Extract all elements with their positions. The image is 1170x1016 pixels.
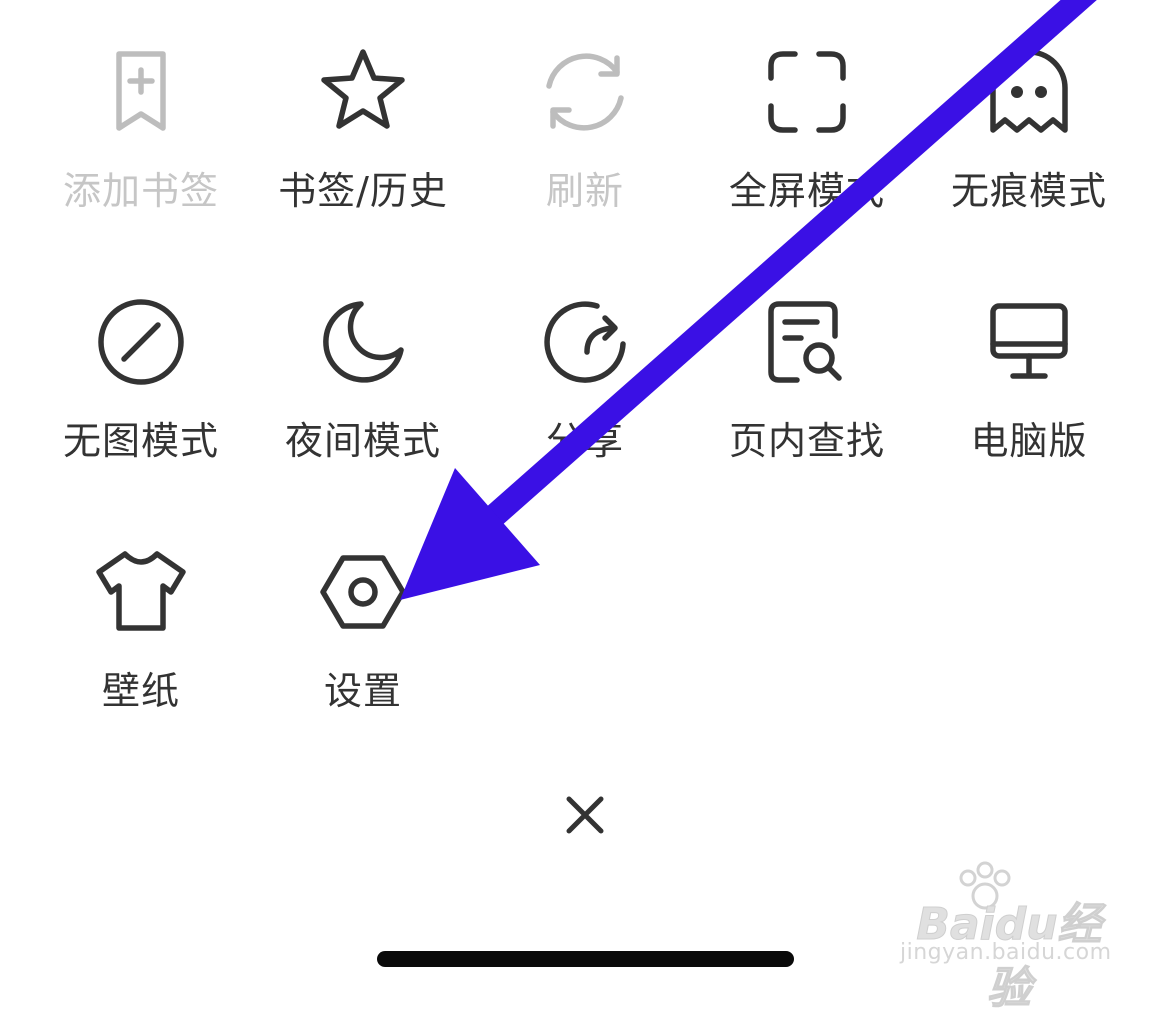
share-icon — [544, 301, 626, 383]
menu-item-label: 设置 — [323, 669, 402, 713]
home-indicator[interactable] — [377, 951, 794, 967]
menu-item-label: 添加书签 — [62, 169, 219, 213]
desktop-icon — [990, 303, 1068, 379]
star-icon — [321, 49, 405, 129]
refresh-icon — [546, 53, 624, 131]
ghost-icon — [990, 49, 1068, 133]
menu-item-incognito[interactable]: 无痕模式 — [918, 10, 1140, 230]
menu-panel: 添加书签 书签/历史 刷新 全屏模式 无痕模式 无图模式 夜间模式 分享 页内查… — [0, 0, 1170, 740]
menu-item-add-bookmark[interactable]: 添加书签 — [30, 10, 252, 230]
menu-item-label: 书签/历史 — [278, 169, 448, 213]
menu-item-label: 壁纸 — [101, 669, 180, 713]
watermark-url: jingyan.baidu.com — [900, 940, 1112, 965]
bookmark-add-icon — [116, 51, 166, 131]
menu-item-label: 电脑版 — [970, 419, 1088, 463]
find-in-page-icon — [768, 301, 842, 383]
menu-item-bookmarks-history[interactable]: 书签/历史 — [252, 10, 474, 230]
tshirt-icon — [96, 551, 186, 631]
baidu-watermark: Baidu经验 jingyan.baidu.com — [890, 860, 1120, 1015]
menu-item-settings[interactable]: 设置 — [252, 510, 474, 730]
moon-icon — [323, 301, 404, 383]
menu-item-night-mode[interactable]: 夜间模式 — [252, 260, 474, 480]
menu-item-no-image[interactable]: 无图模式 — [30, 260, 252, 480]
menu-item-label: 刷新 — [545, 169, 624, 213]
menu-item-label: 无痕模式 — [950, 169, 1107, 213]
menu-item-label: 页内查找 — [728, 419, 885, 463]
menu-item-desktop-version[interactable]: 电脑版 — [918, 260, 1140, 480]
menu-item-share[interactable]: 分享 — [474, 260, 696, 480]
settings-hex-icon — [320, 555, 406, 629]
menu-item-label: 分享 — [545, 419, 624, 463]
fullscreen-icon — [768, 51, 846, 133]
menu-item-refresh[interactable]: 刷新 — [474, 10, 696, 230]
no-image-icon — [98, 299, 184, 385]
menu-item-label: 夜间模式 — [284, 419, 441, 463]
menu-item-label: 无图模式 — [62, 419, 219, 463]
menu-item-label: 全屏模式 — [728, 169, 885, 213]
menu-item-wallpaper[interactable]: 壁纸 — [30, 510, 252, 730]
menu-item-find-in-page[interactable]: 页内查找 — [696, 260, 918, 480]
menu-item-fullscreen[interactable]: 全屏模式 — [696, 10, 918, 230]
close-icon[interactable] — [555, 785, 615, 845]
